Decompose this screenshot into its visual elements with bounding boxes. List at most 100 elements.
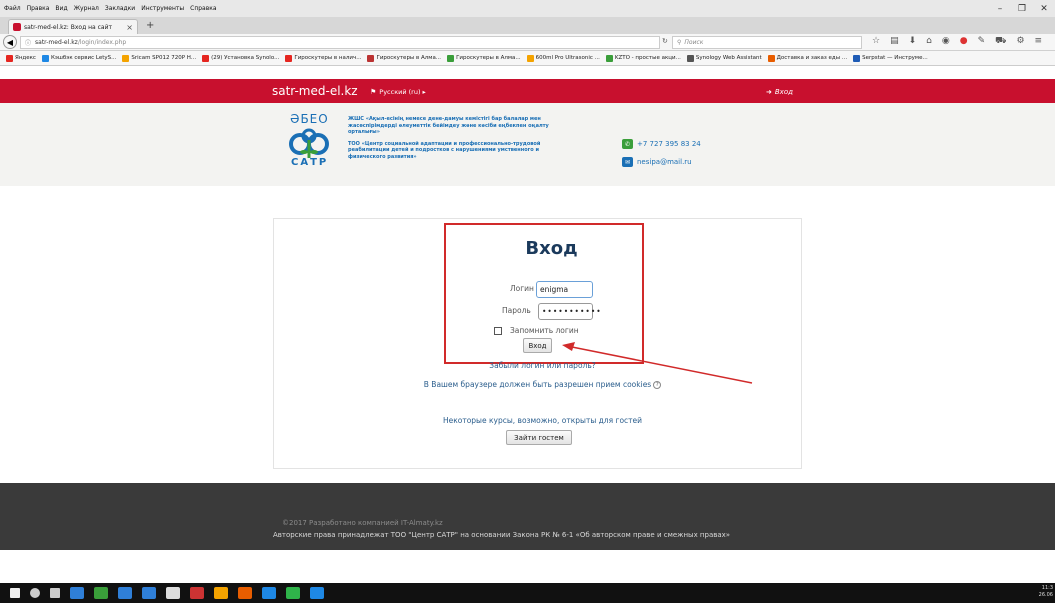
login-submit-button[interactable]: Вход xyxy=(523,338,552,353)
downloads-icon[interactable]: ⬇ xyxy=(909,36,917,47)
language-selector[interactable]: ⚑ Русский (ru) ▸ xyxy=(370,88,426,96)
bookmark-label: Гироскутеры в Алма... xyxy=(376,55,442,61)
header-login-link[interactable]: ➜ Вход xyxy=(766,88,793,96)
edge-icon[interactable] xyxy=(70,587,84,599)
home-icon[interactable]: ⌂ xyxy=(926,36,932,47)
bookmark-label: (29) Установка Synolo... xyxy=(211,55,280,61)
email-contact[interactable]: ✉ nesipa@mail.ru xyxy=(622,157,692,167)
forgot-password-link[interactable]: Забыли логин или пароль? xyxy=(0,361,1055,370)
windows-icon[interactable] xyxy=(10,588,20,598)
windows-taskbar xyxy=(0,583,1055,603)
url-path: /login/index.php xyxy=(77,39,127,46)
password-input[interactable]: ••••••••••• xyxy=(538,303,601,320)
bookmark-label: 600ml Pro Ultrasonic ... xyxy=(535,55,600,61)
bookmark-label: Гироскутеры в Алма... xyxy=(456,55,521,61)
back-arrow-icon[interactable]: ◀ xyxy=(3,35,17,49)
site-brand-link[interactable]: satr-med-el.kz xyxy=(272,84,358,98)
bookmark-favicon-icon xyxy=(605,54,613,62)
language-label: Русский (ru) xyxy=(379,88,421,96)
app-icon[interactable] xyxy=(286,587,300,599)
extension-icon[interactable]: ⚙ xyxy=(1016,36,1024,47)
phone-number: +7 727 395 83 24 xyxy=(637,140,701,148)
menu-view[interactable]: Вид xyxy=(55,5,67,12)
remember-login[interactable]: Запомнить логин xyxy=(494,326,579,335)
bookmark-item[interactable]: KZTO - простые акци... xyxy=(605,54,681,62)
remember-checkbox[interactable] xyxy=(494,326,502,335)
store-icon[interactable] xyxy=(118,587,132,599)
search-placeholder: Поиск xyxy=(684,39,704,46)
menu-history[interactable]: Журнал xyxy=(74,5,99,12)
maximize-icon[interactable]: ❐ xyxy=(1011,0,1033,17)
satr-logo[interactable]: ӘБЕО САТР xyxy=(282,112,342,172)
bookmark-favicon-icon xyxy=(686,54,694,62)
bookmark-item[interactable]: Яндекс xyxy=(6,54,36,62)
tab-active[interactable]: satr-med-el.kz: Вход на сайт × xyxy=(8,19,138,34)
bookmark-item[interactable]: Доставка и заказ еды ... xyxy=(767,54,848,62)
bookmark-item[interactable]: (29) Установка Synolo... xyxy=(202,54,280,62)
clock-time: 11:3 xyxy=(1041,585,1053,591)
bookmark-item[interactable]: Кэшбэк сервис LetyS... xyxy=(41,54,116,62)
system-clock[interactable]: 11:3 26.06 xyxy=(1039,585,1053,599)
bookmark-favicon-icon xyxy=(526,54,534,62)
task-view-icon[interactable] xyxy=(50,588,60,598)
cookies-note-text: В Вашем браузере должен быть разрешен пр… xyxy=(423,380,652,389)
clock-date: 26.06 xyxy=(1038,592,1053,598)
menu-tools[interactable]: Инструменты xyxy=(141,5,184,12)
minimize-icon[interactable]: – xyxy=(989,0,1011,17)
reload-icon[interactable]: ↻ xyxy=(662,37,668,45)
username-input[interactable]: enigma xyxy=(536,281,593,298)
bookmark-item[interactable]: Synology Web Assistant xyxy=(686,54,762,62)
pocket-icon[interactable]: ◉ xyxy=(942,36,950,47)
bookmark-item[interactable]: Гироскутеры в Алма... xyxy=(447,54,521,62)
bookmark-star-icon[interactable]: ☆ xyxy=(872,36,880,47)
files-icon[interactable] xyxy=(214,587,228,599)
bookmark-favicon-icon xyxy=(853,54,861,62)
skype-icon[interactable] xyxy=(238,587,252,599)
menu-edit[interactable]: Правка xyxy=(27,5,50,12)
caret-right-icon: ▸ xyxy=(422,88,426,96)
phone-icon: ✆ xyxy=(622,139,633,149)
search-icon: ⚲ xyxy=(677,39,682,46)
flag-icon: ⚑ xyxy=(370,88,377,96)
site-footer xyxy=(0,483,1055,550)
browser-menu-icon[interactable]: ≡ xyxy=(1035,36,1043,47)
close-window-icon[interactable]: ✕ xyxy=(1033,0,1055,17)
menu-help[interactable]: Справка xyxy=(190,5,216,12)
extension-pen-icon[interactable]: ✎ xyxy=(978,36,986,47)
mail-icon[interactable] xyxy=(142,587,156,599)
yandex-icon[interactable] xyxy=(166,587,180,599)
menu-bookmarks[interactable]: Закладки xyxy=(105,5,135,12)
explorer-icon[interactable] xyxy=(94,587,108,599)
info-icon[interactable]: ⓘ xyxy=(25,38,31,47)
login-icon: ➜ xyxy=(766,88,772,96)
tab-close-icon[interactable]: × xyxy=(126,23,133,32)
whatsapp-icon[interactable] xyxy=(262,587,276,599)
login-title: Вход xyxy=(525,238,578,259)
bookmark-label: Яндекс xyxy=(15,55,36,61)
help-icon[interactable]: ? xyxy=(653,381,662,389)
library-icon[interactable]: ▤ xyxy=(890,36,899,47)
bookmark-favicon-icon xyxy=(122,54,130,62)
bookmark-label: Synology Web Assistant xyxy=(695,55,762,61)
app2-icon[interactable] xyxy=(310,587,324,599)
bookmark-item[interactable]: Serpstat — Инструме... xyxy=(853,54,928,62)
search-icon[interactable] xyxy=(30,588,40,598)
bookmark-item[interactable]: 600ml Pro Ultrasonic ... xyxy=(526,54,600,62)
footer-copyright: ©2017 Разработано компанией IT-Almaty.kz xyxy=(282,519,443,527)
url-host: satr-med-el.kz xyxy=(35,39,78,46)
org-name-kz: ЖШС «Ақыл-есінің немесе дене-дамуы кеміс… xyxy=(348,116,549,135)
url-bar[interactable]: ⓘ satr-med-el.kz /login/index.php xyxy=(20,36,660,49)
firefox-icon[interactable] xyxy=(190,587,204,599)
cart-icon[interactable]: ⛟ xyxy=(995,36,1006,47)
bookmark-item[interactable]: Sricam SP012 720P H... xyxy=(122,54,196,62)
guest-login-button[interactable]: Зайти гостем xyxy=(506,430,572,445)
bookmark-item[interactable]: Гироскутеры в налич... xyxy=(285,54,361,62)
new-tab-icon[interactable]: + xyxy=(146,20,154,31)
bookmark-label: Доставка и заказ еды ... xyxy=(776,55,848,61)
guest-note: Некоторые курсы, возможно, открыты для г… xyxy=(442,416,643,425)
bookmark-item[interactable]: Гироскутеры в Алма... xyxy=(367,54,442,62)
extension-red-icon[interactable]: ● xyxy=(960,36,968,47)
menu-file[interactable]: Файл xyxy=(4,5,21,12)
email-address[interactable]: nesipa@mail.ru xyxy=(637,158,692,166)
search-input[interactable]: ⚲ Поиск xyxy=(672,36,862,49)
